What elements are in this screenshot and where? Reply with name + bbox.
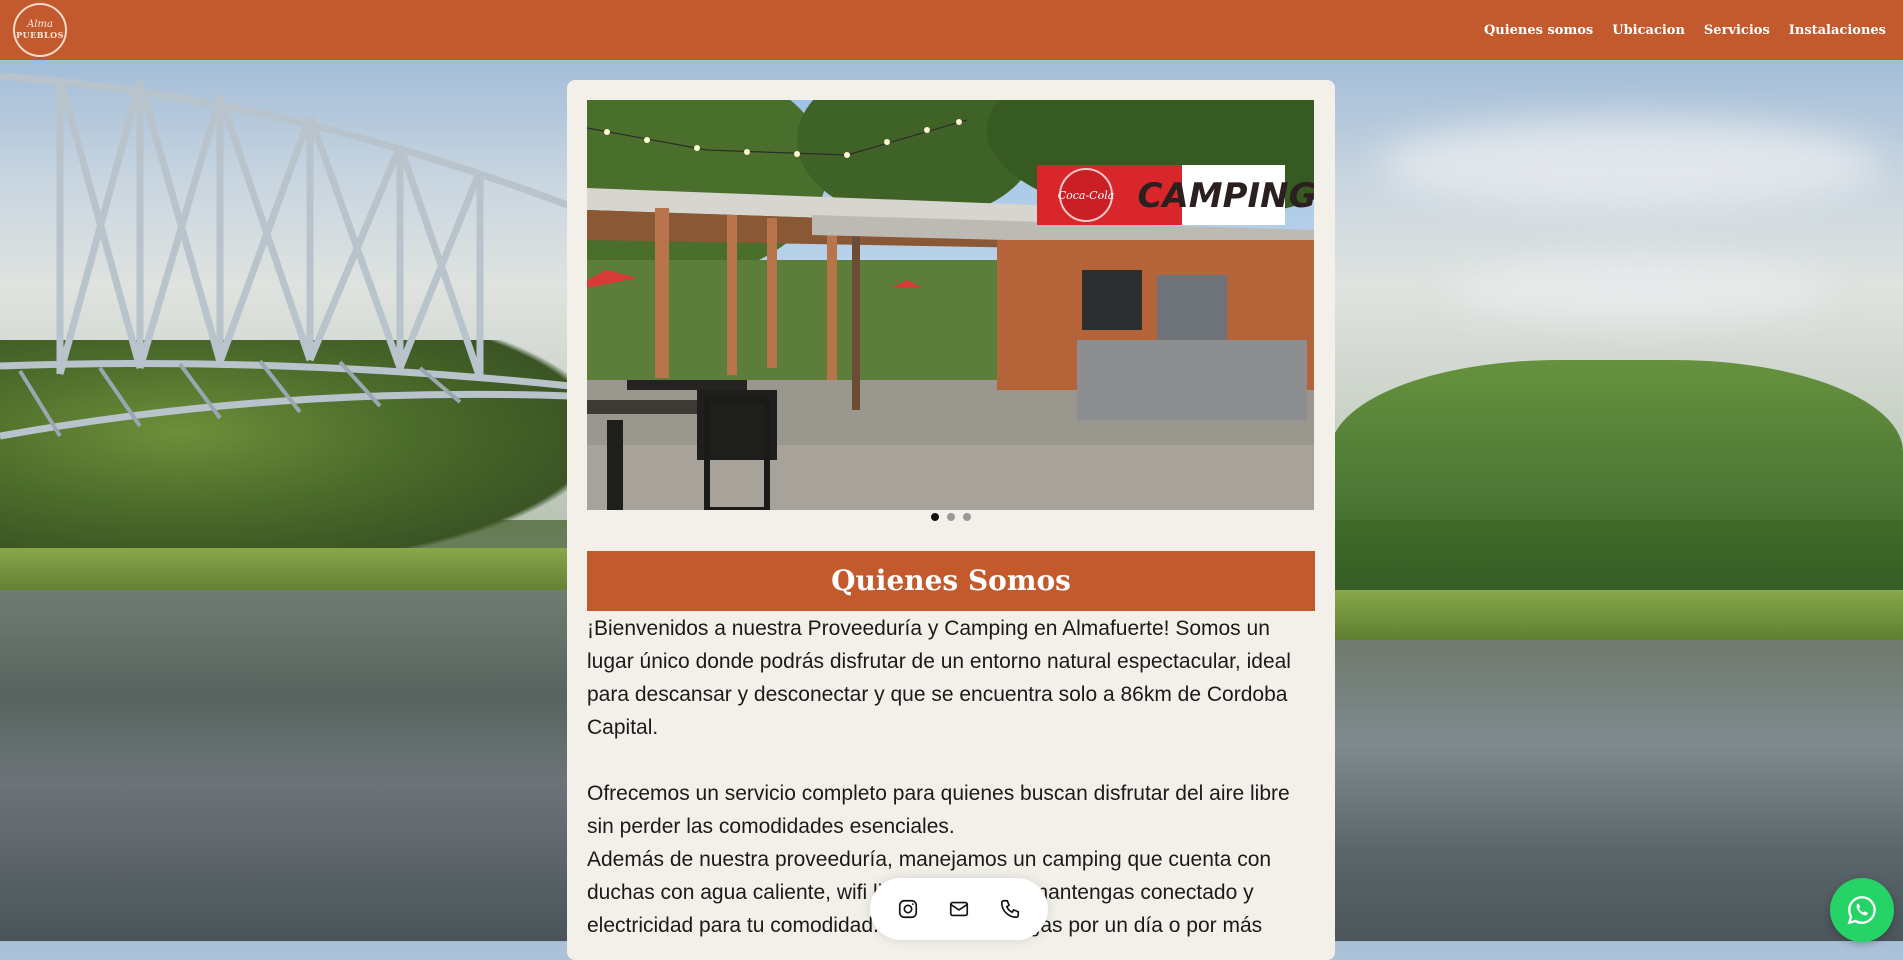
logo-wordmark: PUEBLOS (16, 30, 64, 40)
nav-link-instalaciones[interactable]: Instalaciones (1789, 23, 1886, 38)
carousel-indicators (567, 513, 1335, 521)
social-links-bar (870, 878, 1048, 940)
top-navigation-bar: Alma PUEBLOS Quienes somos Ubicacion Ser… (0, 0, 1903, 60)
hero-carousel-image[interactable]: Coca-Cola CAMPING (587, 100, 1314, 510)
instagram-icon[interactable] (895, 896, 921, 922)
camping-photo: Coca-Cola CAMPING (587, 100, 1314, 510)
whatsapp-button[interactable] (1830, 878, 1894, 942)
nav-link-ubicacion[interactable]: Ubicacion (1612, 23, 1685, 38)
about-card: Coca-Cola CAMPING Quienes Somos ¡Bienven… (567, 80, 1335, 960)
river-reflection (1330, 640, 1903, 941)
carousel-dot-3[interactable] (963, 513, 971, 521)
mail-icon[interactable] (946, 896, 972, 922)
carousel-dot-2[interactable] (947, 513, 955, 521)
brand-logo[interactable]: Alma PUEBLOS (13, 3, 67, 57)
sign-brand: Coca-Cola (1058, 189, 1115, 202)
bridge-illustration (0, 72, 570, 440)
cloud (1380, 120, 1880, 210)
section-title: Quienes Somos (587, 550, 1315, 611)
paragraph-welcome: ¡Bienvenidos a nuestra Proveeduría y Cam… (587, 617, 1291, 739)
cloud (1450, 260, 1830, 320)
phone-icon[interactable] (997, 896, 1023, 922)
main-nav: Quienes somos Ubicacion Servicios Instal… (1484, 23, 1886, 38)
logo-script: Alma (27, 19, 53, 30)
paragraph-service: Ofrecemos un servicio completo para quie… (587, 782, 1290, 838)
riverbank-right (1330, 590, 1903, 646)
whatsapp-icon (1847, 896, 1876, 925)
carousel-dot-1[interactable] (931, 513, 939, 521)
nav-link-quienes-somos[interactable]: Quienes somos (1484, 23, 1593, 38)
sign-camping: CAMPING (1137, 176, 1314, 216)
tree-line-right (1330, 360, 1903, 590)
nav-link-servicios[interactable]: Servicios (1704, 23, 1770, 38)
